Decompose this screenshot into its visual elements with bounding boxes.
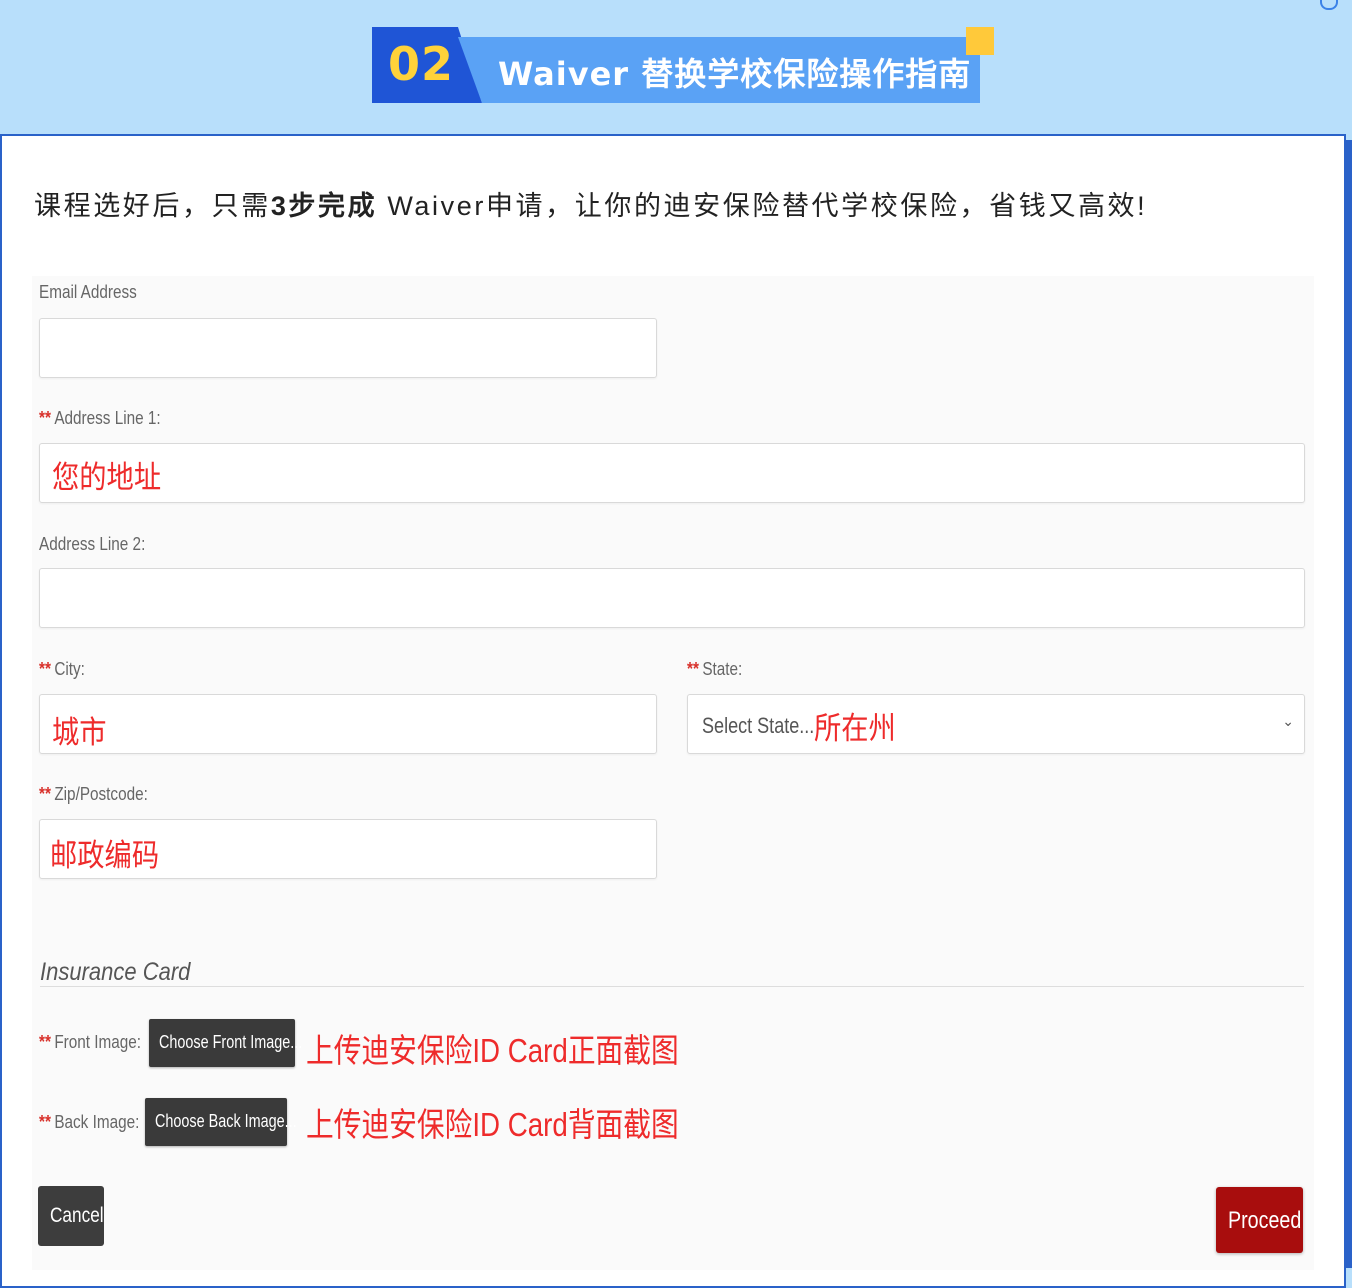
state-note: 所在州 <box>814 711 896 746</box>
back-label-text: Back Image: <box>54 1112 140 1132</box>
section-banner: 02 Waiver 替换学校保险操作指南 <box>372 27 994 103</box>
intro-bold: 3步完成 <box>270 191 378 221</box>
state-placeholder: Select State... <box>702 713 815 738</box>
choose-back-image-button[interactable]: Choose Back Image... <box>145 1098 297 1146</box>
zip-field[interactable]: 邮政编码 <box>39 819 657 879</box>
waiver-form: Email Address ** Address Line 1: 您的地址 Add… <box>32 276 1314 1270</box>
section-title: Insurance Card <box>40 958 191 986</box>
choose-front-image-button[interactable]: Choose Front Image... <box>149 1019 302 1067</box>
back-button-label: Choose Back Image... <box>155 1111 297 1131</box>
intro-suffix: Waiver申请，让你的迪安保险替代学校保险，省钱又高效! <box>377 191 1148 221</box>
city-field[interactable]: 城市 <box>39 694 657 754</box>
state-select[interactable]: Select State... 所在州 ⌄ <box>687 694 1305 754</box>
city-label-text: City: <box>54 659 85 679</box>
city-label: ** City: <box>39 659 85 680</box>
intro-text: 课程选好后，只需3步完成 Waiver申请，让你的迪安保险替代学校保险，省钱又高… <box>34 184 1147 223</box>
cancel-button[interactable]: Cancel <box>38 1186 104 1246</box>
front-label-text: Front Image: <box>54 1032 142 1052</box>
section-divider <box>40 986 1304 987</box>
front-note: 上传迪安保险ID Card正面截图 <box>306 1032 679 1069</box>
required-mark: ** <box>39 659 51 679</box>
address1-field[interactable]: 您的地址 <box>39 443 1305 503</box>
front-button-label: Choose Front Image... <box>159 1032 303 1052</box>
city-value: 城市 <box>52 715 107 750</box>
state-label-text: State: <box>702 659 743 679</box>
back-note: 上传迪安保险ID Card背面截图 <box>306 1106 679 1143</box>
address2-field[interactable] <box>39 568 1305 628</box>
cancel-label: Cancel <box>50 1204 104 1227</box>
address2-label: Address Line 2: <box>39 534 146 554</box>
required-mark: ** <box>39 408 51 428</box>
required-mark: ** <box>39 784 51 804</box>
address1-label-text: Address Line 1: <box>54 408 161 428</box>
chevron-down-icon: ⌄ <box>1282 713 1294 729</box>
state-label: ** State: <box>687 659 742 680</box>
proceed-button[interactable]: Proceed <box>1216 1187 1303 1253</box>
proceed-label: Proceed <box>1228 1207 1302 1234</box>
address1-label: ** Address Line 1: <box>39 408 161 429</box>
back-label: ** Back Image: <box>39 1112 139 1133</box>
banner-title: Waiver 替换学校保险操作指南 <box>498 55 972 93</box>
required-mark: ** <box>39 1032 51 1052</box>
intro-prefix: 课程选好后，只需 <box>34 191 271 221</box>
email-label: Email Address <box>39 282 137 302</box>
required-mark: ** <box>39 1112 51 1132</box>
required-mark: ** <box>687 659 699 679</box>
decorative-mark <box>1320 0 1338 10</box>
front-label: ** Front Image: <box>39 1032 141 1053</box>
content-card: 课程选好后，只需3步完成 Waiver申请，让你的迪安保险替代学校保险，省钱又高… <box>0 134 1346 1288</box>
zip-label-text: Zip/Postcode: <box>54 784 148 804</box>
zip-label: ** Zip/Postcode: <box>39 784 148 805</box>
zip-value: 邮政编码 <box>50 838 160 873</box>
step-number: 02 <box>388 37 455 91</box>
email-field[interactable] <box>39 318 657 378</box>
address1-value: 您的地址 <box>52 460 162 495</box>
